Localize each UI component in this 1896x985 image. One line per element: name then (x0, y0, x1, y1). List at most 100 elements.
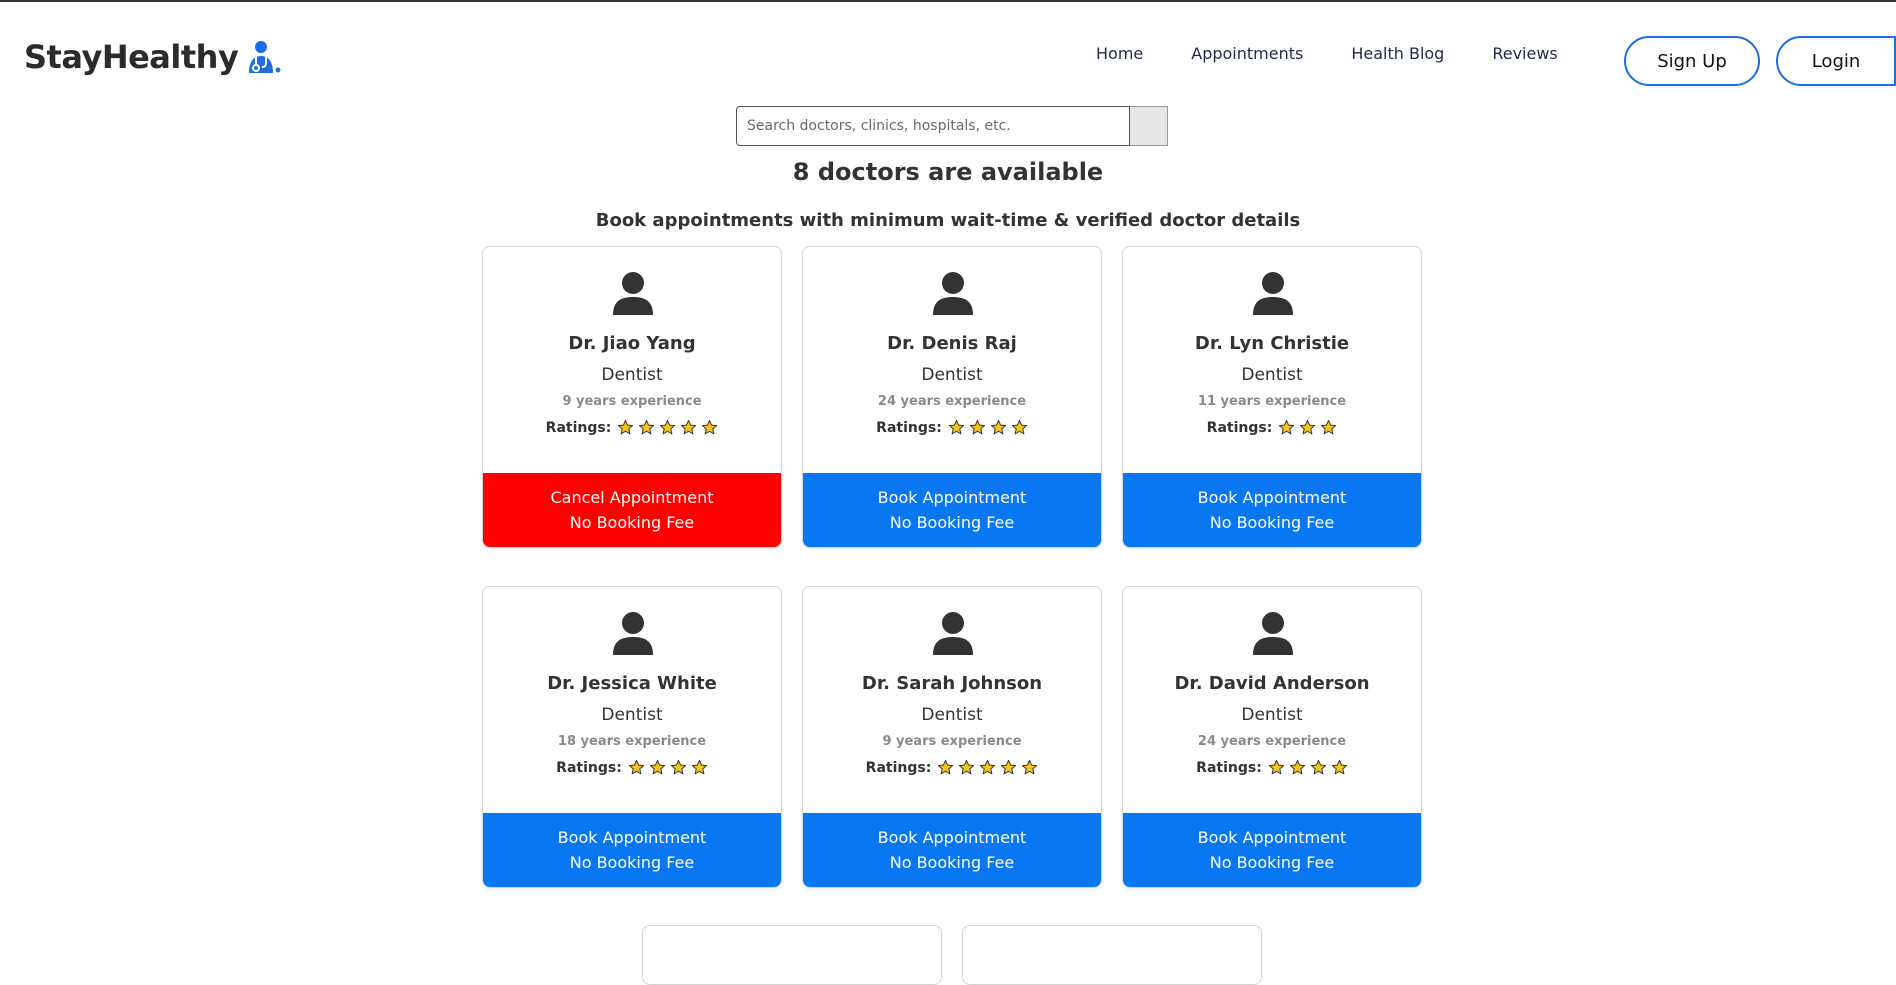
nav-appointments[interactable]: Appointments (1191, 44, 1303, 63)
doctor-card: Dr. Sarah Johnson Dentist 9 years experien… (802, 586, 1102, 888)
doctor-specialty: Dentist (921, 365, 983, 385)
book-appointment-button[interactable]: Book Appointment No Booking Fee (803, 473, 1101, 547)
doctor-name: Dr. Jiao Yang (568, 333, 696, 354)
star-icon (702, 419, 718, 435)
doctor-specialty: Dentist (601, 705, 663, 725)
main-nav: Home Appointments Health Blog Reviews (1096, 44, 1558, 63)
star-icon (1300, 419, 1316, 435)
action-label: Book Appointment (877, 488, 1027, 507)
sign-up-button[interactable]: Sign Up (1624, 36, 1760, 86)
star-icon (670, 759, 686, 775)
nav-reviews[interactable]: Reviews (1492, 44, 1557, 63)
star-icon (969, 419, 985, 435)
doctor-name: Dr. David Anderson (1174, 673, 1370, 694)
doctor-ratings: Ratings: (1123, 419, 1421, 436)
nav-home[interactable]: Home (1096, 44, 1143, 63)
user-avatar-icon (1253, 612, 1293, 655)
user-avatar-icon (933, 272, 973, 315)
login-button[interactable]: Login (1776, 36, 1896, 86)
doctor-specialty: Dentist (1241, 705, 1303, 725)
star-icon (618, 419, 634, 435)
star-icon (990, 419, 1006, 435)
doctor-experience: 24 years experience (877, 394, 1027, 409)
booking-fee-label: No Booking Fee (1209, 853, 1335, 872)
star-icon (1321, 419, 1337, 435)
booking-fee-label: No Booking Fee (889, 513, 1015, 532)
action-label: Book Appointment (1197, 828, 1347, 847)
doctor-ratings: Ratings: (483, 759, 781, 776)
doctor-experience: 18 years experience (557, 734, 707, 749)
star-icon (948, 419, 964, 435)
doctor-card: Dr. Jiao Yang Dentist 9 years experience Ra… (482, 246, 782, 548)
doctor-experience: 9 years experience (562, 394, 702, 409)
doctor-name: Dr. Denis Raj (887, 333, 1017, 354)
doctor-icon (249, 41, 281, 73)
action-label: Cancel Appointment (550, 488, 714, 507)
book-appointment-button[interactable]: Book Appointment No Booking Fee (1123, 813, 1421, 887)
star-icon (691, 759, 707, 775)
doctor-card: Dr. Denis Raj Dentist 24 years experience R… (802, 246, 1102, 548)
action-label: Book Appointment (1197, 488, 1347, 507)
star-icon (1001, 759, 1017, 775)
user-avatar-icon (1253, 272, 1293, 315)
doctor-ratings: Ratings: (803, 759, 1101, 776)
book-appointment-button[interactable]: Book Appointment No Booking Fee (483, 813, 781, 887)
star-icon (980, 759, 996, 775)
search-button[interactable] (1130, 106, 1168, 146)
ratings-label: Ratings: (556, 759, 622, 776)
star-icon (959, 759, 975, 775)
booking-fee-label: No Booking Fee (889, 853, 1015, 872)
action-label: Book Appointment (557, 828, 707, 847)
star-icon (1310, 759, 1326, 775)
book-appointment-button[interactable]: Book Appointment No Booking Fee (1123, 473, 1421, 547)
book-appointment-button[interactable]: Book Appointment No Booking Fee (803, 813, 1101, 887)
star-icon (1268, 759, 1284, 775)
ratings-label: Ratings: (1196, 759, 1262, 776)
star-icon (660, 419, 676, 435)
doctor-card-partial (642, 925, 942, 985)
ratings-label: Ratings: (545, 419, 612, 436)
star-icon (639, 419, 655, 435)
doctor-card: Dr. Jessica White Dentist 18 years experie… (482, 586, 782, 888)
star-icon (1022, 759, 1038, 775)
brand-name: StayHealthy (24, 38, 239, 76)
booking-fee-label: No Booking Fee (1209, 513, 1335, 532)
doctor-experience: 11 years experience (1197, 394, 1347, 409)
doctor-name: Dr. Lyn Christie (1194, 333, 1350, 354)
user-avatar-icon (933, 612, 973, 655)
star-icon (1331, 759, 1347, 775)
booking-fee-label: No Booking Fee (569, 853, 695, 872)
star-icon (649, 759, 665, 775)
star-icon (681, 419, 697, 435)
doctor-ratings: Ratings: (803, 419, 1101, 436)
top-border (0, 0, 1896, 2)
search-bar (736, 106, 1168, 146)
nav-health-blog[interactable]: Health Blog (1351, 44, 1444, 63)
doctor-ratings: Ratings: (1123, 759, 1421, 776)
doctor-name: Dr. Jessica White (547, 673, 717, 694)
doctor-card: Dr. David Anderson Dentist 24 years experi… (1122, 586, 1422, 888)
cancel-appointment-button[interactable]: Cancel Appointment No Booking Fee (483, 473, 781, 547)
doctor-specialty: Dentist (921, 705, 983, 725)
star-icon (938, 759, 954, 775)
search-input[interactable] (736, 106, 1130, 146)
doctor-card-partial (962, 925, 1262, 985)
action-label: Book Appointment (877, 828, 1027, 847)
doctor-experience: 24 years experience (1197, 734, 1347, 749)
doctor-ratings: Ratings: (483, 419, 781, 436)
doctor-experience: 9 years experience (882, 734, 1022, 749)
star-icon (1011, 419, 1027, 435)
ratings-label: Ratings: (876, 419, 942, 436)
star-icon (1279, 419, 1295, 435)
brand-logo[interactable]: StayHealthy (24, 38, 282, 76)
doctors-count-heading: 8 doctors are available (792, 158, 1104, 186)
doctor-card: Dr. Lyn Christie Dentist 11 years experien… (1122, 246, 1422, 548)
booking-fee-label: No Booking Fee (569, 513, 695, 532)
doctor-name: Dr. Sarah Johnson (861, 673, 1043, 694)
booking-subheading: Book appointments with minimum wait-time… (595, 210, 1301, 231)
ratings-label: Ratings: (1206, 419, 1273, 436)
ratings-label: Ratings: (865, 759, 932, 776)
user-avatar-icon (613, 272, 653, 315)
star-icon (628, 759, 644, 775)
user-avatar-icon (613, 612, 653, 655)
